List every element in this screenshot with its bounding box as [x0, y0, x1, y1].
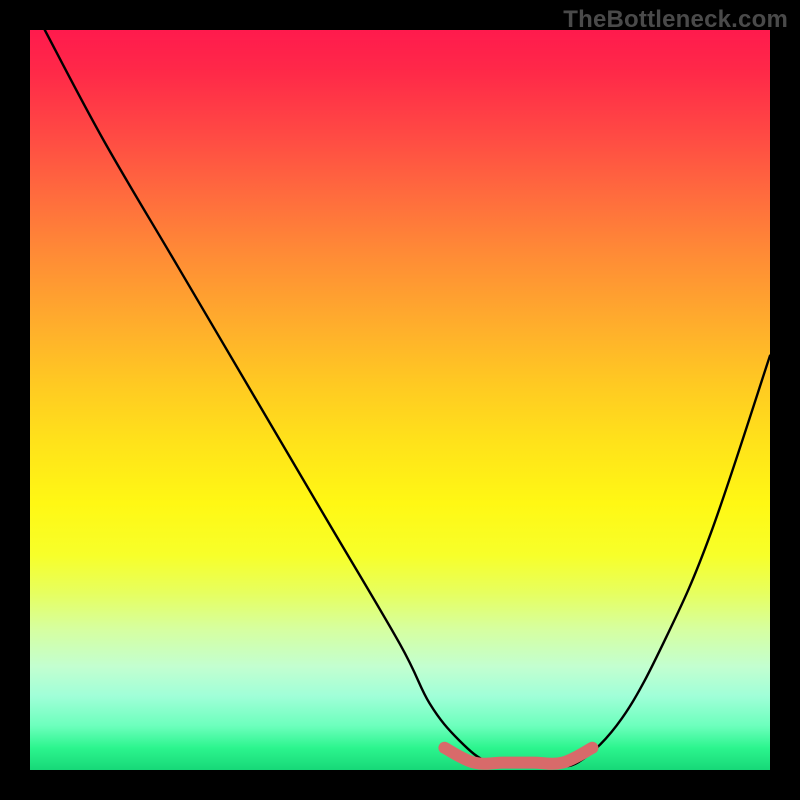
chart-svg [30, 30, 770, 770]
chart-container: TheBottleneck.com [0, 0, 800, 800]
optimal-band-path [444, 748, 592, 764]
plot-area [30, 30, 770, 770]
watermark-text: TheBottleneck.com [563, 6, 788, 34]
bottleneck-curve-path [45, 30, 770, 766]
